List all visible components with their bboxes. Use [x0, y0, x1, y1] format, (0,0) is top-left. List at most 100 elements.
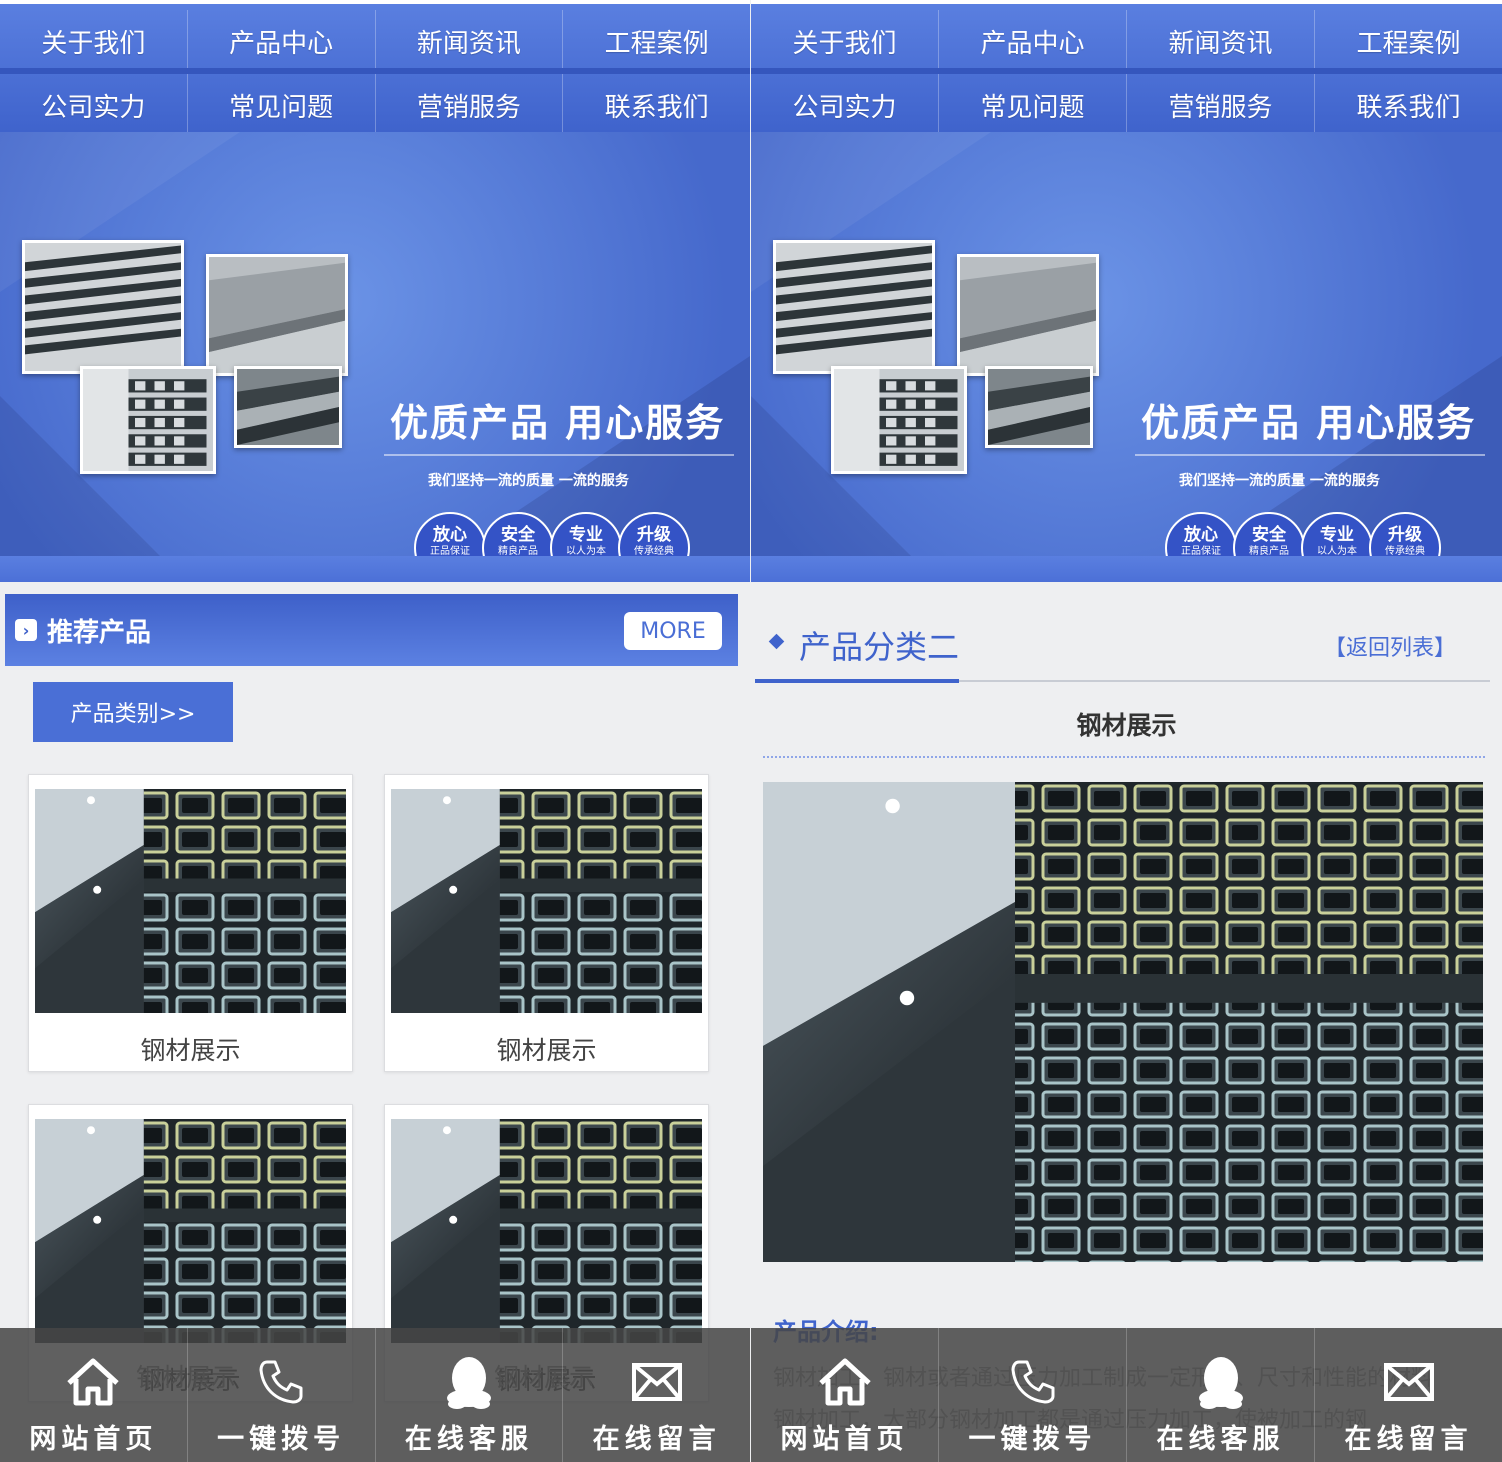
toolbar-item[interactable]: 网站首页 — [751, 1328, 939, 1462]
toolbar-item[interactable]: 在线留言 — [563, 1328, 750, 1462]
steel-stack-image — [25, 243, 181, 371]
nav-item[interactable]: 新闻资讯 — [1127, 10, 1315, 72]
toolbar-item[interactable]: 网站首页 — [0, 1328, 188, 1462]
toolbar-label: 在线留言 — [592, 1424, 721, 1455]
toolbar-item[interactable]: 在线留言 — [1315, 1328, 1502, 1462]
nav-item[interactable]: 公司实力 — [0, 74, 188, 136]
nav-item[interactable]: 常见问题 — [939, 74, 1127, 136]
feature-circle: 放心 正品保证 优质保书 — [1165, 512, 1237, 556]
dual-mobile-screens: 关于我们 产品中心 新闻资讯 工程案例 公司实力 常见问题 营销服务 联系我们 优质产品 用… — [0, 0, 1502, 1462]
nav-row-1: 关于我们 产品中心 新闻资讯 工程案例 — [0, 10, 750, 72]
feature-circle: 专业 以人为本 诚信经营 — [550, 512, 622, 556]
steel-angle-image — [988, 369, 1090, 445]
feature-circles: 放心 正品保证 优质保书 安全 精良产品 客户至上 专业 以人为本 诚信经营 升… — [1165, 512, 1441, 556]
feature-circle: 安全 精良产品 客户至上 — [1233, 512, 1305, 556]
nav-item[interactable]: 联系我们 — [1315, 74, 1502, 136]
bottom-toolbar: 网站首页 一键拨号 在线客服 在线留言 — [0, 1328, 750, 1462]
toolbar-item[interactable]: 在线客服 — [376, 1328, 564, 1462]
back-to-list-link[interactable]: 【返回列表】 — [1324, 630, 1456, 662]
steel-beam-image — [834, 369, 964, 471]
product-image[interactable] — [391, 1119, 702, 1343]
feature-line: 以人为本 — [566, 546, 606, 556]
feature-circle: 升级 传承经典 开拓创新 — [1369, 512, 1441, 556]
feature-line: 精良产品 — [498, 546, 538, 556]
product-image[interactable] — [35, 1119, 346, 1343]
feature-line: 传承经典 — [1385, 546, 1425, 556]
feature-title: 升级 — [1388, 525, 1422, 545]
product-caption[interactable]: 钢材展示 — [29, 1031, 352, 1067]
nav-item[interactable]: 常见问题 — [188, 74, 376, 136]
arrow-right-icon: › — [15, 619, 37, 641]
steel-plate-image — [960, 257, 1096, 373]
category-header: 产品分类二 【返回列表】 — [755, 606, 1490, 683]
feature-title: 安全 — [501, 525, 535, 545]
feature-title: 放心 — [433, 525, 467, 545]
qq-icon — [439, 1352, 499, 1412]
banner-slogan: 优质产品 用心服务 — [390, 401, 726, 445]
feature-title: 安全 — [1252, 525, 1286, 545]
banner-bottom-strip — [751, 556, 1502, 582]
feature-circle: 升级 传承经典 开拓创新 — [618, 512, 690, 556]
section-title: 产品分类二 — [799, 628, 960, 666]
banner-photo — [80, 366, 216, 474]
product-title: 钢材展示 — [1076, 711, 1177, 740]
feature-title: 放心 — [1184, 525, 1218, 545]
feature-circle: 专业 以人为本 诚信经营 — [1301, 512, 1373, 556]
product-image[interactable] — [391, 789, 702, 1013]
phone-icon — [1003, 1352, 1063, 1412]
banner-photo — [831, 366, 967, 474]
nav-item[interactable]: 产品中心 — [188, 10, 376, 72]
nav-item[interactable]: 工程案例 — [1315, 10, 1502, 72]
steel-stack-image — [776, 243, 932, 371]
top-navigation: 关于我们 产品中心 新闻资讯 工程案例 公司实力 常见问题 营销服务 联系我们 — [751, 0, 1502, 136]
banner-slider[interactable]: 优质产品 用心服务 我们坚持一流的质量 一流的服务 放心 正品保证 优质保书 安… — [751, 132, 1502, 556]
nav-item[interactable]: 工程案例 — [563, 10, 750, 72]
toolbar-item[interactable]: 在线客服 — [1127, 1328, 1315, 1462]
nav-item[interactable]: 关于我们 — [751, 10, 939, 72]
steel-beam-image — [83, 369, 213, 471]
feature-line: 正品保证 — [430, 546, 470, 556]
nav-item[interactable]: 产品中心 — [939, 10, 1127, 72]
toolbar-item[interactable]: 一键拨号 — [188, 1328, 376, 1462]
steel-tubes-image — [391, 789, 702, 1013]
toolbar-label: 一键拨号 — [217, 1424, 346, 1455]
product-card[interactable]: 钢材展示 — [28, 774, 353, 1072]
steel-angle-image — [237, 369, 339, 445]
banner-slider[interactable]: 优质产品 用心服务 我们坚持一流的质量 一流的服务 放心 正品保证 优质保书 安… — [0, 132, 750, 556]
home-icon — [815, 1352, 875, 1412]
feature-title: 专业 — [1320, 525, 1354, 545]
product-detail-image — [763, 782, 1483, 1262]
nav-item[interactable]: 新闻资讯 — [376, 10, 564, 72]
feature-line: 精良产品 — [1249, 546, 1289, 556]
nav-item[interactable]: 营销服务 — [376, 74, 564, 136]
product-caption[interactable]: 钢材展示 — [385, 1031, 708, 1067]
feature-title: 专业 — [569, 525, 603, 545]
nav-item[interactable]: 关于我们 — [0, 10, 188, 72]
feature-title: 升级 — [637, 525, 671, 545]
mail-icon — [627, 1352, 687, 1412]
toolbar-item[interactable]: 一键拨号 — [939, 1328, 1127, 1462]
nav-row-2: 公司实力 常见问题 营销服务 联系我们 — [751, 74, 1502, 136]
nav-row-1: 关于我们 产品中心 新闻资讯 工程案例 — [751, 10, 1502, 72]
banner-subtitle: 我们坚持一流的质量 一流的服务 — [428, 473, 629, 489]
product-detail-screen: 关于我们 产品中心 新闻资讯 工程案例 公司实力 常见问题 营销服务 联系我们 优质产品 用… — [751, 0, 1502, 1462]
qq-icon — [1191, 1352, 1251, 1412]
feature-circle: 安全 精良产品 客户至上 — [482, 512, 554, 556]
nav-item[interactable]: 联系我们 — [563, 74, 750, 136]
banner-divider — [384, 454, 734, 456]
feature-circle: 放心 正品保证 优质保书 — [414, 512, 486, 556]
nav-item[interactable]: 公司实力 — [751, 74, 939, 136]
product-card[interactable]: 钢材展示 — [384, 774, 709, 1072]
banner-slogan: 优质产品 用心服务 — [1141, 401, 1477, 445]
nav-item[interactable]: 营销服务 — [1127, 74, 1315, 136]
product-image[interactable] — [35, 789, 346, 1013]
more-button[interactable]: MORE — [624, 612, 722, 650]
dotted-divider — [763, 756, 1485, 758]
steel-tubes-image — [35, 789, 346, 1013]
toolbar-label: 一键拨号 — [968, 1424, 1097, 1455]
bottom-toolbar: 网站首页 一键拨号 在线客服 在线留言 — [751, 1328, 1502, 1462]
product-category-button[interactable]: 产品类别>> — [33, 682, 233, 742]
steel-tubes-image — [35, 1119, 346, 1343]
steel-tubes-image — [763, 782, 1483, 1262]
nav-row-2: 公司实力 常见问题 营销服务 联系我们 — [0, 74, 750, 136]
